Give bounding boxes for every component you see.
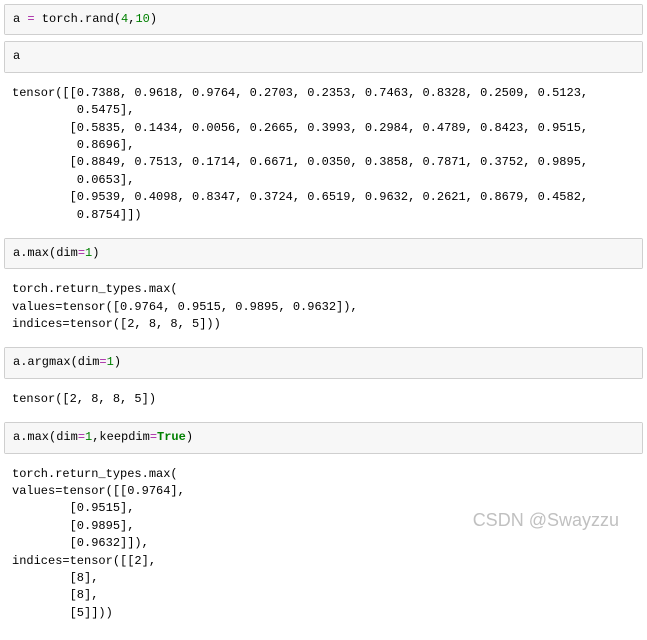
code-text: ): [186, 430, 193, 444]
code-cell-3: a.max(dim=1): [4, 238, 643, 269]
code-text: ): [114, 355, 121, 369]
output-cell-4: tensor([2, 8, 8, 5]): [4, 385, 643, 414]
code-text: ): [150, 12, 157, 26]
output-cell-2: tensor([[0.7388, 0.9618, 0.9764, 0.2703,…: [4, 79, 643, 230]
code-cell-4: a.argmax(dim=1): [4, 347, 643, 378]
code-text: a.max(dim: [13, 430, 78, 444]
output-cell-3: torch.return_types.max( values=tensor([0…: [4, 275, 643, 339]
keyword-true: True: [157, 430, 186, 444]
code-text: a: [13, 49, 20, 63]
code-text: torch.rand(: [35, 12, 121, 26]
code-text: ,keepdim: [92, 430, 150, 444]
operator: =: [78, 246, 85, 260]
operator: =: [99, 355, 106, 369]
code-cell-1: a = torch.rand(4,10): [4, 4, 643, 35]
operator: =: [150, 430, 157, 444]
number: 10: [135, 12, 149, 26]
code-text: ): [92, 246, 99, 260]
operator: =: [27, 12, 34, 26]
code-cell-3-input: a.max(dim=1): [5, 239, 642, 268]
number: 1: [107, 355, 114, 369]
code-cell-2: a: [4, 41, 643, 72]
code-text: a.max(dim: [13, 246, 78, 260]
code-cell-5-input: a.max(dim=1,keepdim=True): [5, 423, 642, 452]
code-cell-1-input: a = torch.rand(4,10): [5, 5, 642, 34]
output-cell-5: torch.return_types.max( values=tensor([[…: [4, 460, 643, 629]
code-text: a: [13, 12, 27, 26]
code-text: a.argmax(dim: [13, 355, 99, 369]
code-cell-4-input: a.argmax(dim=1): [5, 348, 642, 377]
operator: =: [78, 430, 85, 444]
code-cell-5: a.max(dim=1,keepdim=True): [4, 422, 643, 453]
code-cell-2-input: a: [5, 42, 642, 71]
